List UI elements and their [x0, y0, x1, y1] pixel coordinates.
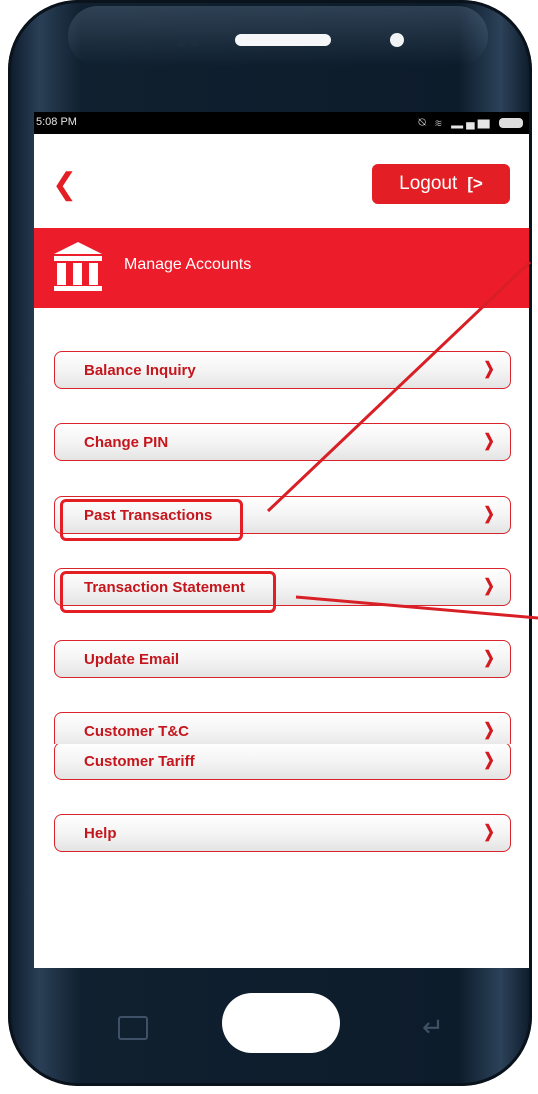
signal-icon: ▂▄▆ [451, 115, 493, 129]
logout-label: Logout [399, 173, 458, 194]
menu-item-label: Change PIN [84, 434, 169, 451]
chevron-right-icon: ❯ [483, 750, 495, 769]
menu-item-label: Customer Tariff [84, 753, 195, 770]
chevron-right-icon: ❯ [483, 822, 495, 841]
alarm-muted-icon: ⍉ [418, 115, 429, 129]
chevron-right-icon: ❯ [483, 648, 495, 667]
page-title: Manage Accounts [124, 256, 252, 273]
menu-item-help[interactable]: Help ❯ [54, 814, 511, 852]
earpiece-speaker [235, 34, 331, 46]
wifi-icon: ≋ [435, 115, 445, 129]
menu-item-label: Past Transactions [84, 507, 213, 524]
menu-item-label: Balance Inquiry [84, 362, 196, 379]
status-icons: ⍉ ≋ ▂▄▆ [418, 115, 523, 130]
chevron-right-icon: ❯ [483, 720, 495, 739]
app-screen-bottom [34, 892, 529, 968]
menu-item-change-pin[interactable]: Change PIN ❯ [54, 423, 511, 461]
bank-icon [54, 242, 102, 291]
menu-item-label: Transaction Statement [84, 579, 245, 596]
menu-item-transaction-statement[interactable]: Transaction Statement ❯ [54, 568, 511, 606]
recent-apps-button[interactable] [118, 1016, 148, 1040]
app-screen-lower: Customer Tariff ❯ Help ❯ [34, 744, 529, 892]
front-camera [390, 33, 404, 47]
menu-item-label: Help [84, 825, 117, 842]
battery-icon [499, 117, 523, 128]
proximity-sensors [176, 34, 214, 47]
status-time: 5:08 PM [36, 116, 77, 128]
menu-item-customer-tc[interactable]: Customer T&C ❯ [54, 712, 511, 744]
chevron-right-icon: ❯ [483, 576, 495, 595]
app-screen: 5:08 PM ⍉ ≋ ▂▄▆ ❮ Logout [> Manage Accou… [34, 112, 529, 744]
menu-item-customer-tariff[interactable]: Customer Tariff ❯ [54, 744, 511, 780]
menu-item-label: Customer T&C [84, 723, 190, 740]
menu-item-balance-inquiry[interactable]: Balance Inquiry ❯ [54, 351, 511, 389]
status-bar: 5:08 PM ⍉ ≋ ▂▄▆ [34, 112, 529, 134]
back-button[interactable]: ❮ [52, 170, 77, 200]
menu-item-update-email[interactable]: Update Email ❯ [54, 640, 511, 678]
menu-item-label: Update Email [84, 651, 180, 668]
back-nav-button[interactable]: ↵ [422, 1012, 444, 1043]
logout-icon: [> [467, 174, 483, 193]
section-banner: Manage Accounts [34, 228, 529, 308]
chevron-left-icon: ❮ [52, 168, 78, 201]
menu-item-past-transactions[interactable]: Past Transactions ❯ [54, 496, 511, 534]
home-button[interactable] [222, 993, 340, 1053]
back-arrow-icon: ↵ [422, 1012, 444, 1042]
chevron-right-icon: ❯ [483, 359, 495, 378]
chevron-right-icon: ❯ [483, 431, 495, 450]
chevron-right-icon: ❯ [483, 504, 495, 523]
logout-button[interactable]: Logout [> [372, 164, 510, 204]
